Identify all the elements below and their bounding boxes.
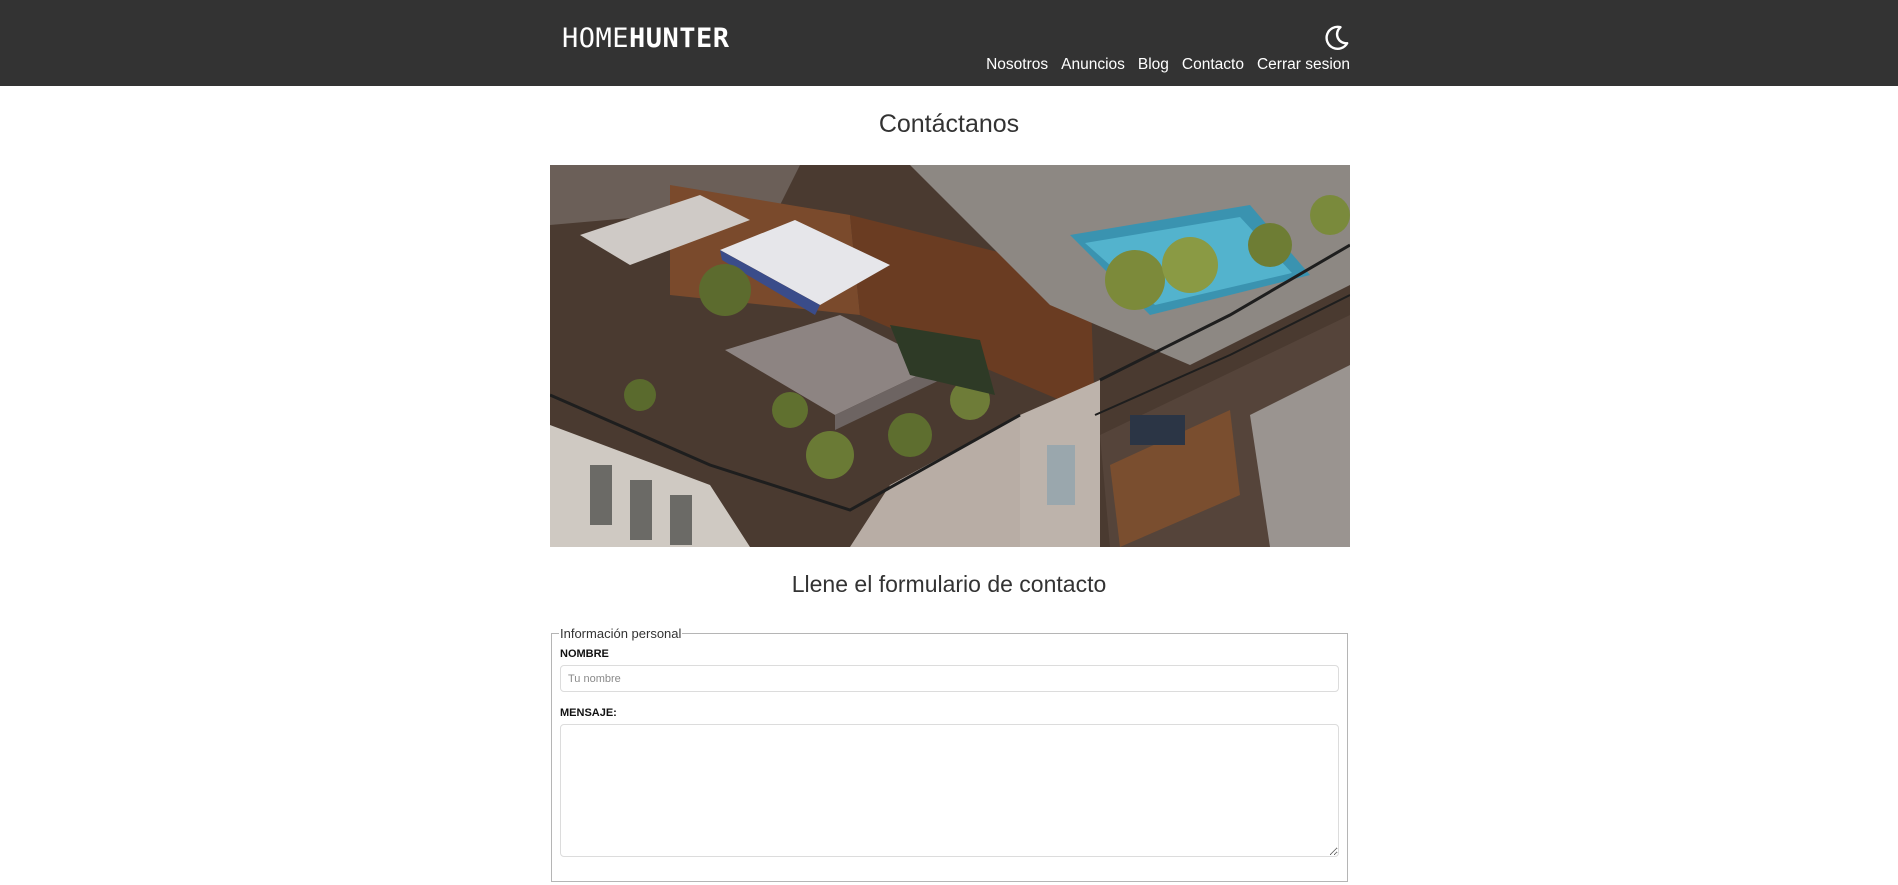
message-textarea[interactable] xyxy=(560,724,1339,857)
nav-link-cerrar-sesion[interactable]: Cerrar sesion xyxy=(1257,55,1350,75)
name-input[interactable] xyxy=(560,665,1339,692)
nav-link-blog[interactable]: Blog xyxy=(1138,55,1169,75)
logo-hunter-text: HUNTER xyxy=(629,23,730,54)
nav-link-nosotros[interactable]: Nosotros xyxy=(986,55,1048,75)
page-title: Contáctanos xyxy=(878,110,1020,138)
nav-link-contacto[interactable]: Contacto xyxy=(1182,55,1244,75)
site-logo[interactable]: HOMEHUNTER xyxy=(562,22,730,56)
form-title: Llene el formulario de contacto xyxy=(791,571,1107,597)
name-label: NOMBRE xyxy=(560,648,609,660)
personal-info-fieldset: Información personal NOMBRE MENSAJE: xyxy=(551,626,1348,882)
moon-icon[interactable] xyxy=(1322,24,1350,52)
message-label: MENSAJE: xyxy=(560,707,617,719)
site-header: HOMEHUNTER Nosotros Anuncios Blog Contac… xyxy=(0,0,1898,86)
rooftop-hero-image xyxy=(550,165,1350,547)
nav-link-anuncios[interactable]: Anuncios xyxy=(1061,55,1125,75)
personal-info-legend: Información personal xyxy=(560,626,682,641)
main-nav: Nosotros Anuncios Blog Contacto Cerrar s… xyxy=(986,55,1350,75)
logo-home-text: HOME xyxy=(562,23,630,54)
